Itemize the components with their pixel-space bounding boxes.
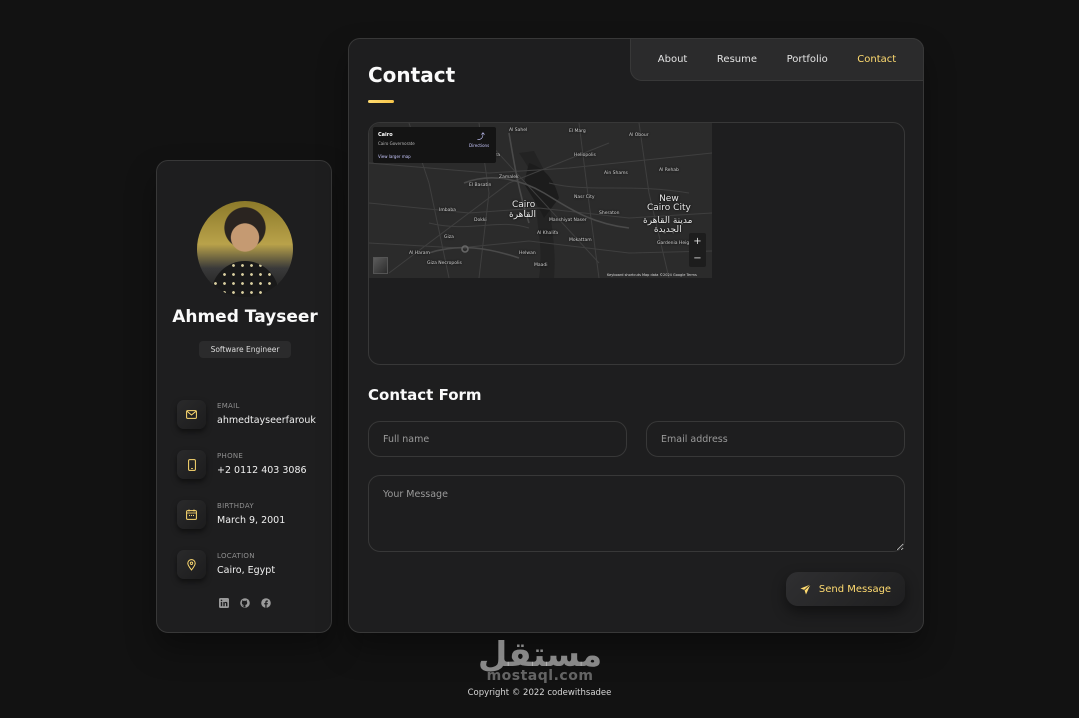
map-label-new-cairo-ar: مدينة القاهرة الجديدة <box>643 216 693 236</box>
map-label-small: Ain Shams <box>604 171 628 176</box>
street-view-thumbnail[interactable] <box>373 257 388 274</box>
nav-about[interactable]: About <box>658 54 688 65</box>
watermark-latin: mostaql.com <box>486 668 594 684</box>
map-info-governorate: Cairo Governorate <box>378 141 415 146</box>
map-label-small: Al Khalifa <box>537 231 559 236</box>
facebook-icon[interactable] <box>261 598 271 608</box>
send-message-button[interactable]: Send Message <box>786 572 905 606</box>
mostaql-watermark: مستقل mostaql.com <box>470 636 610 692</box>
map-label-small: Helwan <box>519 251 536 256</box>
map-label-small: Sheraton <box>599 211 620 216</box>
github-icon[interactable] <box>240 598 250 608</box>
map-container: Cairo القاهرة New Cairo City مدينة القاه… <box>368 122 905 365</box>
calendar-icon <box>177 500 206 529</box>
map-label-small: Al Sahel <box>509 128 528 133</box>
profile-sidebar: Ahmed Tayseer Software Engineer EMAIL ah… <box>156 160 332 633</box>
map-label-small: Heliopolis <box>574 153 596 158</box>
nav-portfolio[interactable]: Portfolio <box>787 54 828 65</box>
page-title: Contact <box>368 63 456 87</box>
message-textarea[interactable] <box>368 475 905 552</box>
linkedin-icon[interactable] <box>219 598 229 608</box>
map-label-small: Mokattam <box>569 238 592 243</box>
map-label-small: Giza <box>444 235 454 240</box>
contact-item-email: EMAIL ahmedtayseerfarouk <box>177 400 327 436</box>
map-label-small: El Basatin <box>469 183 492 188</box>
contact-label: LOCATION <box>217 552 255 560</box>
contact-label: BIRTHDAY <box>217 502 254 510</box>
map-label-small: Zamalek <box>499 175 519 180</box>
contact-label: PHONE <box>217 452 244 460</box>
map-label-small: Al Obour <box>629 133 649 138</box>
map-label-small: Dokki <box>474 218 487 223</box>
avatar-shirt <box>211 261 279 297</box>
map-label-small: Manshiyat Naser <box>549 218 587 223</box>
contact-panel: About Resume Portfolio Contact Contact C… <box>348 38 924 633</box>
paper-plane-icon <box>800 583 811 594</box>
copyright-footer: Copyright © 2022 codewithsadee <box>467 688 612 698</box>
map-label-small: Al Rehab <box>659 168 679 173</box>
map-info-city: Cairo <box>378 132 393 138</box>
nav-resume[interactable]: Resume <box>717 54 757 65</box>
map-label-small: Nasr City <box>574 195 595 200</box>
send-message-label: Send Message <box>818 583 892 595</box>
profile-name: Ahmed Tayseer <box>172 307 318 327</box>
avatar <box>197 201 293 297</box>
map-label-small: Giza Necropolis <box>427 261 462 266</box>
nav-contact[interactable]: Contact <box>857 54 896 65</box>
directions-icon[interactable]: ⤴ <box>477 131 485 142</box>
email-input[interactable] <box>646 421 905 457</box>
location-value: Cairo, Egypt <box>217 565 276 576</box>
zoom-out-button[interactable]: − <box>689 250 706 267</box>
main-navbar: About Resume Portfolio Contact <box>630 38 924 81</box>
map-label-small: El Marg <box>569 129 586 134</box>
birthday-value: March 9, 2001 <box>217 515 286 526</box>
email-link[interactable]: ahmedtayseerfarouk <box>217 415 316 426</box>
location-pin-icon <box>177 550 206 579</box>
map-zoom-controls: + − <box>689 233 706 267</box>
map-label-cairo-ar: القاهرة <box>509 210 536 220</box>
social-links <box>157 598 333 608</box>
google-map[interactable]: Cairo القاهرة New Cairo City مدينة القاه… <box>369 123 712 278</box>
zoom-in-button[interactable]: + <box>689 233 706 250</box>
contact-item-phone: PHONE +2 0112 403 3086 <box>177 450 327 486</box>
directions-link[interactable]: Directions <box>469 143 489 148</box>
contact-item-location: LOCATION Cairo, Egypt <box>177 550 327 586</box>
contact-form-title: Contact Form <box>368 386 482 404</box>
map-label-small: Maadi <box>534 263 548 268</box>
map-info-card: Cairo Cairo Governorate View larger map … <box>373 127 496 163</box>
view-larger-map-link[interactable]: View larger map <box>378 154 411 159</box>
map-footer[interactable]: Keyboard shortcuts Map data ©2024 Google… <box>607 273 697 277</box>
phone-link[interactable]: +2 0112 403 3086 <box>217 465 307 476</box>
contact-item-birthday: BIRTHDAY March 9, 2001 <box>177 500 327 536</box>
fullname-input[interactable] <box>368 421 627 457</box>
map-label-small: Imbaba <box>439 208 456 213</box>
map-label-new-cairo: New Cairo City <box>647 194 691 214</box>
mail-icon <box>177 400 206 429</box>
title-underline <box>368 100 394 103</box>
map-label-small: Al Haram <box>409 251 430 256</box>
profile-title-badge: Software Engineer <box>199 341 291 358</box>
phone-icon <box>177 450 206 479</box>
contact-label: EMAIL <box>217 402 240 410</box>
